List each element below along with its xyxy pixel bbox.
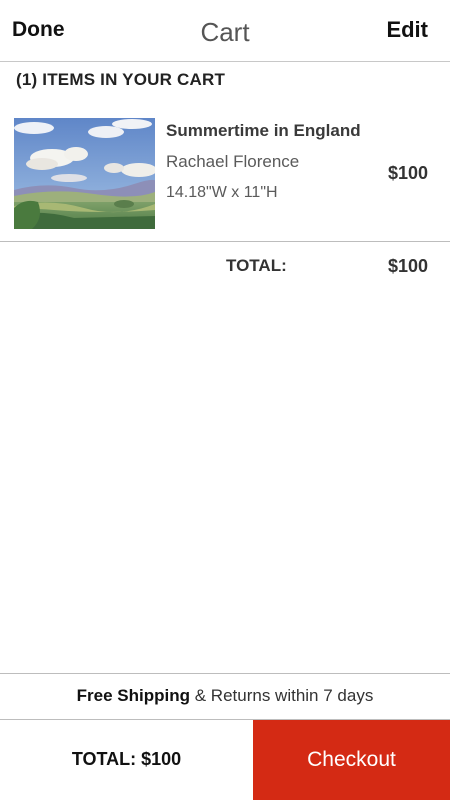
item-dimensions: 14.18"W x 11"H (166, 184, 278, 201)
checkout-button[interactable]: Checkout (253, 720, 450, 800)
checkout-footer: TOTAL: $100 Checkout (0, 720, 450, 800)
item-artist: Rachael Florence (166, 152, 300, 171)
navigation-bar: Done Cart Edit (0, 0, 450, 62)
footer-total: TOTAL: $100 (71, 749, 182, 769)
item-title[interactable]: Summertime in England (166, 121, 361, 141)
page-title: Cart (200, 17, 250, 47)
item-price: $100 (387, 163, 428, 183)
items-count-heading: (1) ITEMS IN YOUR CART (16, 70, 226, 89)
returns-label: & Returns within 7 days (190, 686, 374, 705)
shipping-info-bar: Free Shipping & Returns within 7 days (0, 673, 450, 720)
edit-button[interactable]: Edit (386, 17, 428, 43)
cart-total-label: TOTAL: (226, 256, 287, 275)
artwork-thumbnail[interactable] (14, 118, 155, 229)
cart-item[interactable]: Summertime in England Rachael Florence 1… (0, 102, 450, 242)
free-shipping-label: Free Shipping (76, 686, 191, 705)
cart-total-value: $100 (387, 256, 428, 276)
